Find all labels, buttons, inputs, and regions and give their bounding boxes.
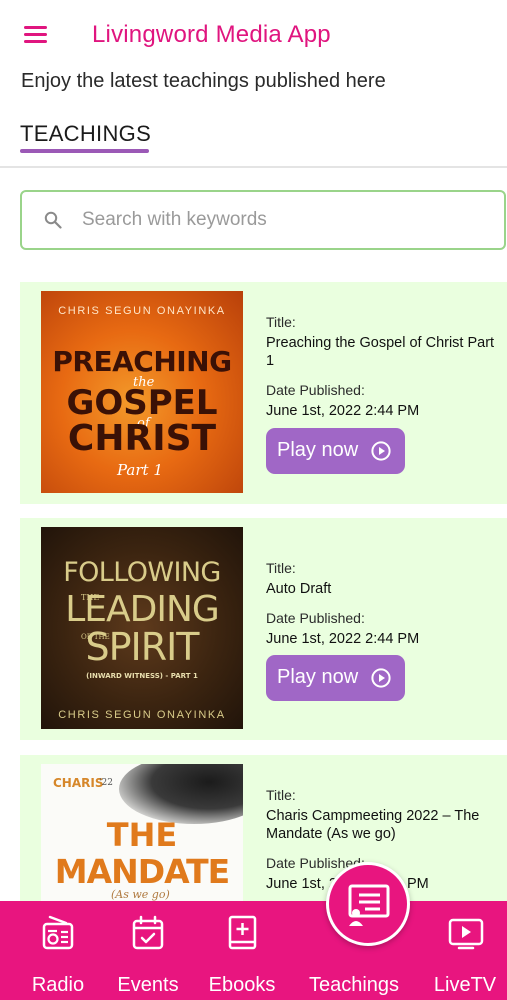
- teaching-card[interactable]: CHRIS SEGUN ONAYINKA PREACHING the GOSPE…: [20, 282, 507, 504]
- page-subtitle: Enjoy the latest teachings published her…: [21, 70, 386, 92]
- teaching-title: Auto Draft: [266, 581, 332, 597]
- teaching-cover-image[interactable]: CHRIS SEGUN ONAYINKA PREACHING the GOSPE…: [41, 291, 243, 493]
- nav-item-radio[interactable]: Radio: [22, 901, 94, 1000]
- ink-splash: [119, 764, 243, 824]
- title-label: Title:: [266, 314, 296, 330]
- app-title: Livingword Media App: [92, 21, 331, 48]
- teachings-fab-button[interactable]: [326, 862, 410, 946]
- tab-active-indicator: [20, 149, 149, 153]
- title-label: Title:: [266, 787, 296, 803]
- hamburger-menu-icon[interactable]: [24, 26, 48, 46]
- tab-teachings[interactable]: TEACHINGS: [20, 121, 151, 147]
- teaching-title: Charis Campmeeting 2022 – The Mandate (A…: [266, 808, 480, 842]
- search-box[interactable]: [20, 190, 506, 250]
- teaching-date: June 1st, 2022 2:44 PM: [266, 403, 420, 419]
- play-now-button[interactable]: Play now: [266, 655, 405, 701]
- nav-item-ebooks[interactable]: Ebooks: [202, 901, 282, 1000]
- teaching-board-icon: [348, 884, 390, 926]
- search-icon: [44, 211, 62, 229]
- teaching-cover-image[interactable]: FOLLOWING THE LEADING OF THE SPIRIT (INW…: [41, 527, 243, 729]
- search-input[interactable]: [82, 204, 482, 236]
- play-circle-icon: [371, 441, 391, 461]
- date-label: Date Published:: [266, 382, 365, 398]
- teaching-date: June 1st, 2022 2:44 PM: [266, 631, 420, 647]
- title-label: Title:: [266, 560, 296, 576]
- tv-play-icon: [448, 918, 484, 950]
- tab-divider: [0, 166, 507, 168]
- teaching-card[interactable]: FOLLOWING THE LEADING OF THE SPIRIT (INW…: [20, 518, 507, 740]
- radio-icon: [42, 915, 74, 950]
- play-now-button[interactable]: Play now: [266, 428, 405, 474]
- calendar-icon: [132, 915, 164, 950]
- nav-item-livetv[interactable]: LiveTV: [424, 901, 506, 1000]
- date-label: Date Published:: [266, 610, 365, 626]
- bottom-navigation: Radio Events Ebooks Teachings LiveTV: [0, 901, 507, 1000]
- play-circle-icon: [371, 668, 391, 688]
- nav-item-events[interactable]: Events: [110, 901, 186, 1000]
- app-bar: Livingword Media App: [0, 0, 507, 72]
- book-icon: [228, 915, 257, 950]
- teaching-title: Preaching the Gospel of Christ Part 1: [266, 335, 495, 369]
